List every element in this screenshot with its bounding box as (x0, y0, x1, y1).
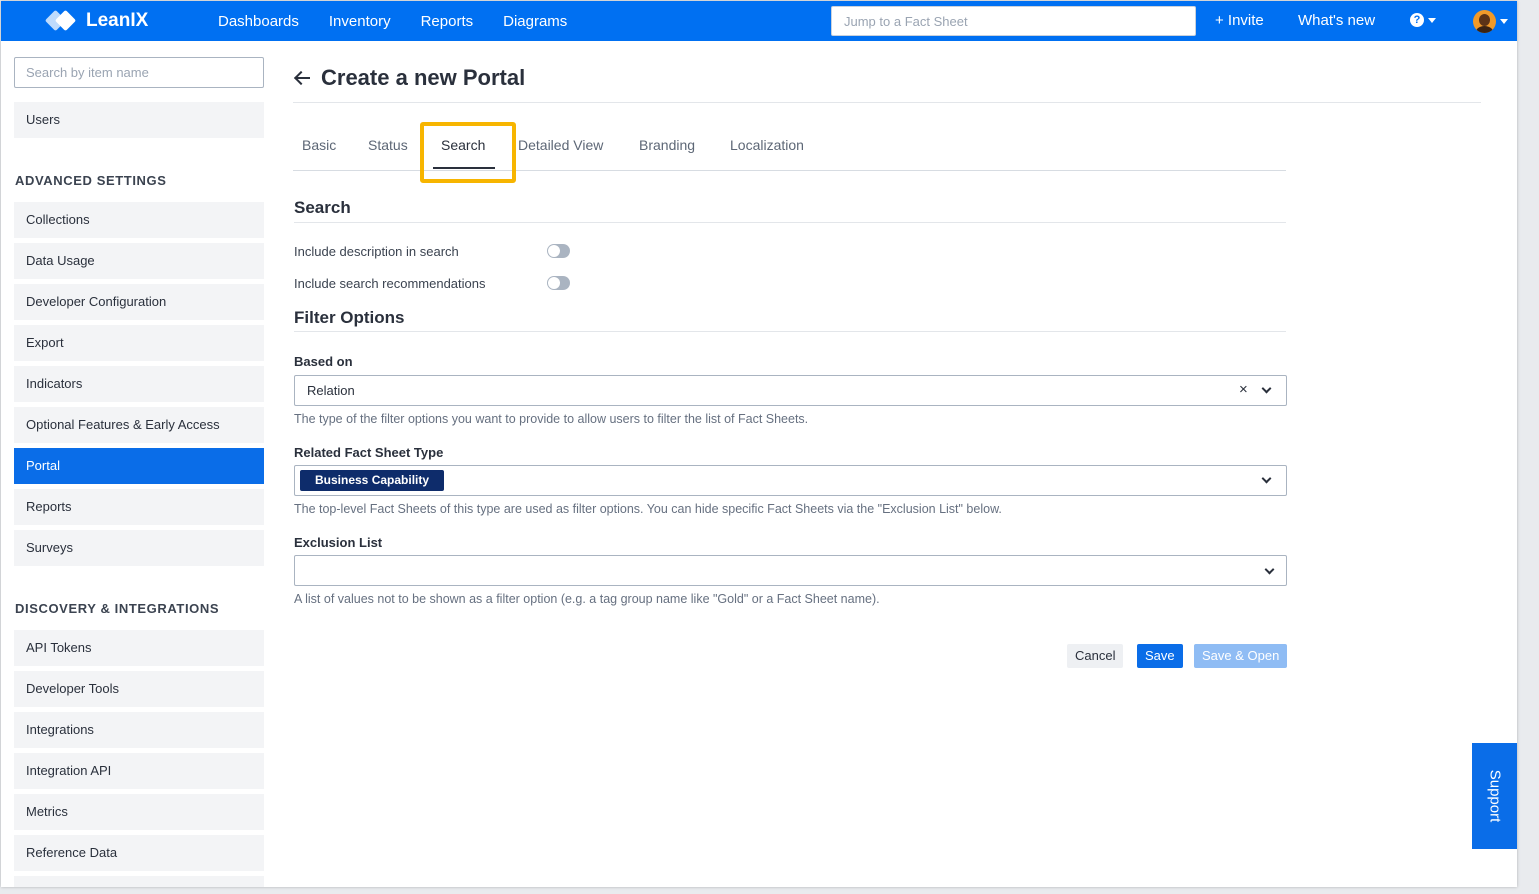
tab-basic[interactable]: Basic (302, 137, 336, 153)
admin-sidebar: Users ADVANCED SETTINGS Collections Data… (14, 57, 265, 887)
exclusion-list-label: Exclusion List (294, 535, 383, 550)
chevron-down-icon (1500, 19, 1508, 24)
sidebar-heading-discovery-integrations: DISCOVERY & INTEGRATIONS (15, 601, 220, 616)
sidebar-item-portal[interactable]: Portal (14, 448, 264, 484)
tab-detailed-view[interactable]: Detailed View (518, 137, 603, 153)
exclusion-list-select[interactable] (294, 555, 1287, 586)
tab-search[interactable]: Search (441, 137, 485, 153)
nav-reports[interactable]: Reports (421, 13, 474, 30)
app-window: LeanIX Dashboards Inventory Reports Diag… (1, 1, 1517, 887)
page-header: Create a new Portal (293, 65, 525, 91)
user-menu-button[interactable] (1473, 10, 1508, 33)
help-menu-button[interactable]: ? (1410, 13, 1436, 27)
exclusion-list-help: A list of values not to be shown as a fi… (294, 592, 880, 606)
help-icon: ? (1410, 13, 1424, 27)
include-recommendations-toggle[interactable] (547, 276, 570, 290)
sidebar-item-reference-data[interactable]: Reference Data (14, 835, 264, 871)
sidebar-item-indicators[interactable]: Indicators (14, 366, 264, 402)
based-on-value: Relation (307, 383, 355, 398)
tab-status[interactable]: Status (368, 137, 408, 153)
sidebar-item-data-usage[interactable]: Data Usage (14, 243, 264, 279)
sidebar-item-optional-features[interactable]: Optional Features & Early Access (14, 407, 264, 443)
cancel-button[interactable]: Cancel (1067, 644, 1124, 668)
avatar (1473, 10, 1496, 33)
filter-options-title: Filter Options (294, 308, 405, 327)
divider (294, 222, 1286, 223)
divider (294, 331, 1286, 332)
active-tab-indicator (433, 167, 495, 169)
sidebar-item-integration-api[interactable]: Integration API (14, 753, 264, 789)
related-fact-sheet-type-select[interactable]: Business Capability (294, 465, 1287, 496)
based-on-help: The type of the filter options you want … (294, 412, 809, 426)
sidebar-heading-advanced-settings: ADVANCED SETTINGS (15, 173, 167, 188)
sidebar-item-users[interactable]: Users (14, 102, 264, 138)
main-nav: Dashboards Inventory Reports Diagrams (218, 1, 567, 41)
divider (293, 102, 1481, 103)
sidebar-item-integrations[interactable]: Integrations (14, 712, 264, 748)
brand-name: LeanIX (86, 10, 149, 31)
include-recommendations-label: Include search recommendations (294, 276, 486, 291)
sidebar-search-input[interactable] (14, 57, 264, 88)
chevron-down-icon (1261, 383, 1272, 394)
based-on-select[interactable]: Relation × (294, 375, 1287, 406)
top-navigation-bar: LeanIX Dashboards Inventory Reports Diag… (1, 1, 1517, 41)
based-on-label: Based on (294, 354, 353, 369)
sidebar-item-collections[interactable]: Collections (14, 202, 264, 238)
sidebar-item-export[interactable]: Export (14, 325, 264, 361)
sidebar-item-partial (14, 876, 264, 887)
nav-dashboards[interactable]: Dashboards (218, 13, 299, 30)
tab-localization[interactable]: Localization (730, 137, 804, 153)
include-description-label: Include description in search (294, 244, 459, 259)
save-and-open-button[interactable]: Save & Open (1194, 644, 1288, 668)
back-arrow-icon[interactable] (293, 69, 311, 87)
page-title: Create a new Portal (321, 65, 526, 90)
save-button[interactable]: Save (1137, 644, 1183, 668)
related-type-help: The top-level Fact Sheets of this type a… (294, 502, 1002, 516)
portal-tabs: Basic Status Search Detailed View Brandi… (293, 121, 1286, 171)
brand-logo[interactable]: LeanIX (44, 9, 149, 33)
chevron-down-icon (1264, 564, 1275, 575)
sidebar-item-reports[interactable]: Reports (14, 489, 264, 525)
sidebar-item-surveys[interactable]: Surveys (14, 530, 264, 566)
clear-icon[interactable]: × (1239, 381, 1248, 399)
sidebar-item-api-tokens[interactable]: API Tokens (14, 630, 264, 666)
nav-diagrams[interactable]: Diagrams (503, 13, 567, 30)
sidebar-item-developer-tools[interactable]: Developer Tools (14, 671, 264, 707)
sidebar-item-metrics[interactable]: Metrics (14, 794, 264, 830)
jump-to-fact-sheet-input[interactable] (831, 6, 1196, 36)
support-label: Support (1486, 769, 1504, 823)
support-tab-button[interactable]: Support (1472, 743, 1517, 849)
chevron-down-icon (1428, 17, 1436, 23)
nav-inventory[interactable]: Inventory (329, 13, 391, 30)
whats-new-link[interactable]: What's new (1298, 12, 1375, 29)
include-description-toggle[interactable] (547, 244, 570, 258)
business-capability-chip: Business Capability (300, 470, 445, 491)
tab-branding[interactable]: Branding (639, 137, 695, 153)
related-fact-sheet-type-label: Related Fact Sheet Type (294, 445, 444, 460)
leanix-logo-icon (44, 9, 79, 33)
search-section-title: Search (294, 198, 351, 217)
chevron-down-icon (1261, 473, 1272, 484)
sidebar-item-developer-configuration[interactable]: Developer Configuration (14, 284, 264, 320)
invite-button[interactable]: + Invite (1215, 12, 1264, 29)
